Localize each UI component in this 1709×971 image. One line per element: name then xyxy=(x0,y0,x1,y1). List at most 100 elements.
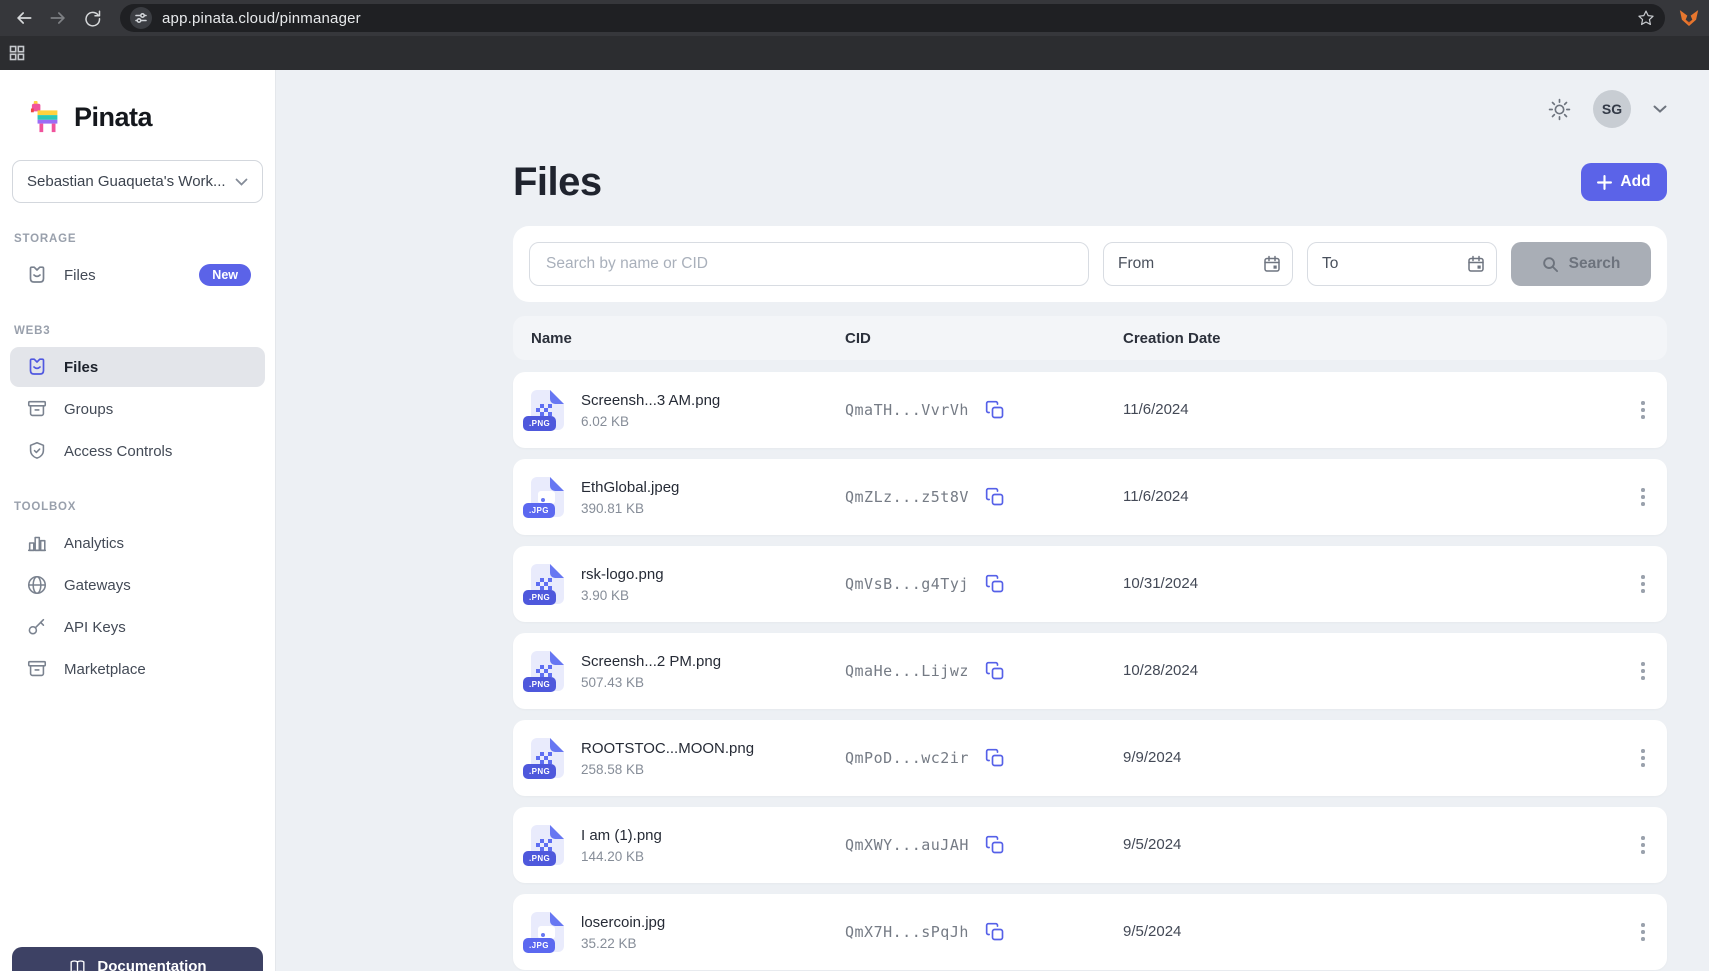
file-name: ROOTSTOC...MOON.png xyxy=(581,740,754,757)
sidebar-item-groups[interactable]: Groups xyxy=(10,389,265,429)
documentation-button[interactable]: Documentation xyxy=(12,947,263,971)
avatar[interactable]: SG xyxy=(1593,90,1631,128)
section-label-toolbox: TOOLBOX xyxy=(14,501,275,513)
file-type-icon: .PNG xyxy=(529,737,565,779)
row-menu-button[interactable] xyxy=(1635,917,1651,947)
search-icon xyxy=(1542,256,1559,273)
row-menu-button[interactable] xyxy=(1635,830,1651,860)
book-icon xyxy=(68,958,87,971)
sidebar: Pinata Sebastian Guaqueta's Work... STOR… xyxy=(0,70,276,971)
workspace-selector[interactable]: Sebastian Guaqueta's Work... xyxy=(12,160,263,203)
plus-icon xyxy=(1597,175,1612,190)
copy-cid-button[interactable] xyxy=(985,574,1005,594)
file-cid: QmX7H...sPqJh xyxy=(845,923,969,941)
sidebar-item-marketplace[interactable]: Marketplace xyxy=(10,649,265,689)
row-menu-button[interactable] xyxy=(1635,482,1651,512)
topbar: SG xyxy=(513,90,1667,128)
copy-icon xyxy=(985,922,1005,942)
copy-icon xyxy=(985,400,1005,420)
table-row[interactable]: .PNG rsk-logo.png 3.90 KB QmVsB...g4Tyj … xyxy=(513,546,1667,622)
bookmark-star-icon[interactable] xyxy=(1637,9,1655,27)
back-icon[interactable] xyxy=(10,4,38,32)
search-button[interactable]: Search xyxy=(1511,242,1651,286)
copy-cid-button[interactable] xyxy=(985,487,1005,507)
file-ext-badge: .PNG xyxy=(523,677,556,692)
address-bar[interactable]: app.pinata.cloud/pinmanager xyxy=(120,4,1665,32)
table-row[interactable]: .PNG Screensh...2 PM.png 507.43 KB QmaHe… xyxy=(513,633,1667,709)
forward-icon[interactable] xyxy=(44,4,72,32)
copy-icon xyxy=(985,574,1005,594)
bar-chart-icon xyxy=(26,532,48,554)
file-date: 9/5/2024 xyxy=(1123,923,1181,940)
file-name: EthGlobal.jpeg xyxy=(581,479,679,496)
file-cid: QmXWY...auJAH xyxy=(845,836,969,854)
files-icon xyxy=(26,356,48,378)
sidebar-item-label: Access Controls xyxy=(64,443,251,460)
sidebar-item-label: Files xyxy=(64,267,183,284)
file-size: 390.81 KB xyxy=(581,501,679,516)
main-content: SG Files Add Search xyxy=(276,70,1709,971)
search-input[interactable] xyxy=(529,242,1089,286)
sidebar-item-label: API Keys xyxy=(64,619,251,636)
table-row[interactable]: .PNG I am (1).png 144.20 KB QmXWY...auJA… xyxy=(513,807,1667,883)
row-menu-button[interactable] xyxy=(1635,569,1651,599)
file-size: 507.43 KB xyxy=(581,675,721,690)
sidebar-item-analytics[interactable]: Analytics xyxy=(10,523,265,563)
sidebar-item-gateways[interactable]: Gateways xyxy=(10,565,265,605)
url-text: app.pinata.cloud/pinmanager xyxy=(162,10,1627,27)
copy-cid-button[interactable] xyxy=(985,661,1005,681)
add-button[interactable]: Add xyxy=(1581,163,1667,201)
file-cid: QmVsB...g4Tyj xyxy=(845,575,969,593)
table-row[interactable]: .JPG EthGlobal.jpeg 390.81 KB QmZLz...z5… xyxy=(513,459,1667,535)
file-type-icon: .JPG xyxy=(529,476,565,518)
reload-icon[interactable] xyxy=(78,4,106,32)
table-row[interactable]: .PNG Screensh...3 AM.png 6.02 KB QmaTH..… xyxy=(513,372,1667,448)
file-name: Screensh...3 AM.png xyxy=(581,392,720,409)
apps-grid-icon[interactable] xyxy=(9,45,25,61)
row-menu-button[interactable] xyxy=(1635,395,1651,425)
site-info-icon[interactable] xyxy=(130,7,152,29)
file-cid: QmaHe...Lijwz xyxy=(845,662,969,680)
sidebar-item-web3-files[interactable]: Files xyxy=(10,347,265,387)
file-size: 35.22 KB xyxy=(581,936,665,951)
copy-icon xyxy=(985,748,1005,768)
row-menu-button[interactable] xyxy=(1635,656,1651,686)
copy-cid-button[interactable] xyxy=(985,748,1005,768)
row-menu-button[interactable] xyxy=(1635,743,1651,773)
theme-toggle-button[interactable] xyxy=(1548,98,1571,121)
column-cid: CID xyxy=(845,330,1123,347)
file-name: rsk-logo.png xyxy=(581,566,664,583)
copy-cid-button[interactable] xyxy=(985,922,1005,942)
table-row[interactable]: .PNG ROOTSTOC...MOON.png 258.58 KB QmPoD… xyxy=(513,720,1667,796)
file-ext-badge: .PNG xyxy=(523,764,556,779)
shield-check-icon xyxy=(26,440,48,462)
sidebar-item-label: Files xyxy=(64,359,251,376)
file-cid: QmZLz...z5t8V xyxy=(845,488,969,506)
bookmarks-bar xyxy=(0,36,1709,70)
key-icon xyxy=(26,616,48,638)
documentation-label: Documentation xyxy=(97,958,206,971)
add-label: Add xyxy=(1620,173,1650,191)
file-type-icon: .PNG xyxy=(529,650,565,692)
sidebar-item-access-controls[interactable]: Access Controls xyxy=(10,431,265,471)
file-ext-badge: .PNG xyxy=(523,590,556,605)
sidebar-item-api-keys[interactable]: API Keys xyxy=(10,607,265,647)
sidebar-item-storage-files[interactable]: Files New xyxy=(10,255,265,295)
file-type-icon: .PNG xyxy=(529,389,565,431)
search-label: Search xyxy=(1569,255,1621,273)
column-creation-date: Creation Date xyxy=(1123,330,1619,347)
sidebar-item-label: Marketplace xyxy=(64,661,251,678)
table-row[interactable]: .JPG losercoin.jpg 35.22 KB QmX7H...sPqJ… xyxy=(513,894,1667,970)
file-name: Screensh...2 PM.png xyxy=(581,653,721,670)
file-ext-badge: .PNG xyxy=(523,851,556,866)
copy-cid-button[interactable] xyxy=(985,835,1005,855)
file-type-icon: .PNG xyxy=(529,824,565,866)
file-date: 11/6/2024 xyxy=(1123,401,1189,418)
copy-cid-button[interactable] xyxy=(985,400,1005,420)
groups-box-icon xyxy=(26,398,48,420)
filter-bar: Search xyxy=(513,226,1667,302)
account-menu-button[interactable] xyxy=(1653,105,1667,113)
file-date: 10/28/2024 xyxy=(1123,662,1198,679)
metamask-icon[interactable] xyxy=(1679,9,1699,28)
file-size: 3.90 KB xyxy=(581,588,664,603)
